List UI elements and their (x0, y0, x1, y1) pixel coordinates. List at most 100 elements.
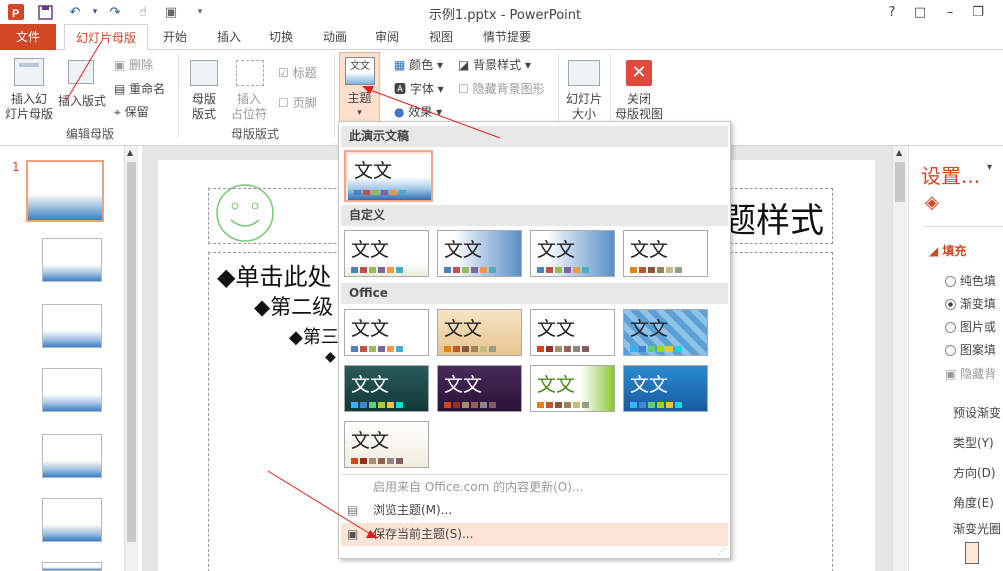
theme-custom[interactable]: 文文 (623, 230, 708, 277)
pattern-fill-label: 图案填 (959, 343, 996, 357)
slide-size-button[interactable]: 幻灯片 大小 (562, 54, 606, 122)
insert-placeholder-button[interactable]: 插入 占位符 (226, 54, 272, 122)
theme-color-swatches (444, 267, 496, 273)
fonts-button[interactable]: 🅰 字体 ▾ (394, 80, 454, 97)
minimize-button[interactable]: – (940, 2, 960, 22)
picture-fill-label: 图片或 (959, 320, 996, 334)
tab-file[interactable]: 文件 (0, 24, 56, 50)
fonts-label: 字体 (409, 82, 434, 96)
theme-office[interactable]: 文文 (623, 309, 708, 356)
background-styles-button[interactable]: ◪ 背景样式 ▾ (458, 56, 558, 73)
tab-review[interactable]: 审阅 (364, 24, 410, 50)
gradient-fill-option[interactable]: 渐变填 (945, 295, 996, 312)
background-styles-label: 背景样式 (473, 58, 522, 72)
theme-office[interactable]: 文文 (530, 365, 615, 412)
colors-button[interactable]: ▦ 颜色 ▾ (394, 56, 454, 73)
checkbox-checked-icon: ☑ (278, 66, 293, 80)
themes-dropdown-icon: ▾ (357, 108, 362, 118)
thumb-number: 1 (12, 160, 20, 174)
tab-home[interactable]: 开始 (152, 24, 198, 50)
pattern-fill-option[interactable]: 图案填 (945, 341, 996, 358)
checkbox-empty-icon: ☐ (458, 82, 473, 96)
theme-office[interactable]: 文文 (344, 309, 429, 356)
help-button[interactable]: ? (882, 2, 902, 22)
touch-mode-icon[interactable]: ☝ (132, 2, 154, 22)
title-checkbox[interactable]: ☑ 标题 (278, 64, 338, 81)
pane-options-icon[interactable]: ▾ (987, 162, 992, 173)
tab-transitions[interactable]: 切换 (258, 24, 304, 50)
theme-office[interactable]: 文文 (344, 365, 429, 412)
theme-custom[interactable]: 文文 (344, 230, 429, 277)
scroll-thumb[interactable] (895, 162, 905, 202)
save-current-theme-item[interactable]: ▣ 保存当前主题(S)... (341, 523, 728, 546)
theme-office[interactable]: 文文 (623, 365, 708, 412)
layout-thumbnail[interactable] (42, 238, 102, 282)
fill-bucket-icon[interactable]: ◈ (925, 192, 939, 213)
hide-background-checkbox[interactable]: ☐ 隐藏背景图形 (458, 80, 558, 97)
rename-button[interactable]: ▤ 重命名 (114, 80, 174, 97)
fill-section-header[interactable]: ◢ 填充 (929, 242, 966, 259)
tab-animations[interactable]: 动画 (312, 24, 358, 50)
browse-themes-label: 浏览主题(M)... (373, 503, 453, 517)
scroll-thumb[interactable] (127, 162, 136, 542)
layout-thumbnail[interactable] (42, 562, 102, 571)
hide-background-graphics-checkbox[interactable]: ▣ 隐藏背 (945, 365, 996, 382)
layout-thumbnail[interactable] (42, 498, 102, 542)
save-theme-icon: ▣ (347, 527, 359, 541)
footer-checkbox[interactable]: ☐ 页脚 (278, 94, 338, 111)
insert-layout-button[interactable]: 插入版式 (56, 54, 108, 122)
window-title: 示例1.pptx - PowerPoint (428, 8, 582, 23)
redo-icon[interactable]: ↷ (104, 2, 126, 22)
effects-button[interactable]: ● 效果 ▾ (394, 103, 454, 120)
theme-office[interactable]: 文文 (437, 365, 522, 412)
tab-storyboarding[interactable]: 情节提要 (474, 24, 540, 50)
scroll-up-icon[interactable]: ▲ (896, 148, 902, 157)
browse-themes-item[interactable]: ▤ 浏览主题(M)... (341, 499, 728, 522)
radio-selected-icon (945, 299, 956, 310)
ribbon-separator (334, 54, 335, 138)
theme-office[interactable]: 文文 (344, 421, 429, 468)
delete-icon: ▣ (114, 58, 130, 72)
title-checkbox-label: 标题 (292, 66, 317, 80)
picture-fill-option[interactable]: 图片或 (945, 318, 996, 335)
master-layout-label: 母版 版式 (191, 92, 216, 121)
thumbnails-scrollbar[interactable]: ▲ (124, 146, 138, 571)
layout-thumbnail[interactable] (42, 304, 102, 348)
theme-office[interactable]: 文文 (530, 309, 615, 356)
preserve-label: 保留 (124, 105, 149, 119)
layout-thumbnail[interactable] (42, 434, 102, 478)
slideshow-from-start-icon[interactable]: ▣ (160, 2, 182, 22)
solid-fill-option[interactable]: 纯色填 (945, 272, 996, 289)
theme-sample-text: 文文 (537, 318, 576, 340)
hide-background-graphics-label: 隐藏背 (960, 367, 997, 381)
preserve-button[interactable]: ⌖ 保留 (114, 103, 174, 120)
master-thumbnail[interactable] (26, 160, 104, 222)
tab-view[interactable]: 视图 (416, 24, 466, 50)
theme-custom[interactable]: 文文 (530, 230, 615, 277)
scroll-up-icon[interactable]: ▲ (127, 148, 133, 157)
ribbon-display-button[interactable]: □ (910, 2, 930, 22)
master-layout-button[interactable]: 母版 版式 (182, 54, 226, 122)
tab-slide-master[interactable]: 幻灯片母版 (64, 24, 148, 51)
theme-office[interactable]: 文文 (437, 309, 522, 356)
undo-dropdown-icon[interactable]: ▾ (90, 2, 100, 22)
gradient-stop-handle[interactable] (965, 542, 979, 564)
tab-insert[interactable]: 插入 (206, 24, 252, 50)
theme-current[interactable]: 文文 (344, 150, 433, 202)
bullet-level-4: ◆ (325, 349, 336, 365)
customize-qat-icon[interactable]: ▾ (194, 2, 206, 22)
save-icon[interactable] (34, 2, 56, 22)
theme-sample-text: 文文 (630, 374, 669, 396)
group-label-edit-master: 编辑母版 (65, 127, 114, 141)
slide-scrollbar[interactable]: ▲ (892, 146, 907, 571)
insert-slide-master-button[interactable]: 插入幻 灯片母版 (2, 54, 56, 122)
undo-icon[interactable]: ↶ (64, 2, 86, 22)
delete-button[interactable]: ▣ 删除 (114, 56, 174, 73)
theme-sample-text: 文文 (537, 239, 576, 261)
close-master-view-button[interactable]: ✕ 关闭 母版视图 (612, 54, 666, 122)
themes-button[interactable]: 文文 主题 ▾ (339, 52, 380, 122)
restore-button[interactable]: ❐ (968, 2, 988, 22)
resize-grip-icon[interactable]: ⋰ (718, 547, 726, 556)
theme-custom[interactable]: 文文 (437, 230, 522, 277)
layout-thumbnail[interactable] (42, 368, 102, 412)
